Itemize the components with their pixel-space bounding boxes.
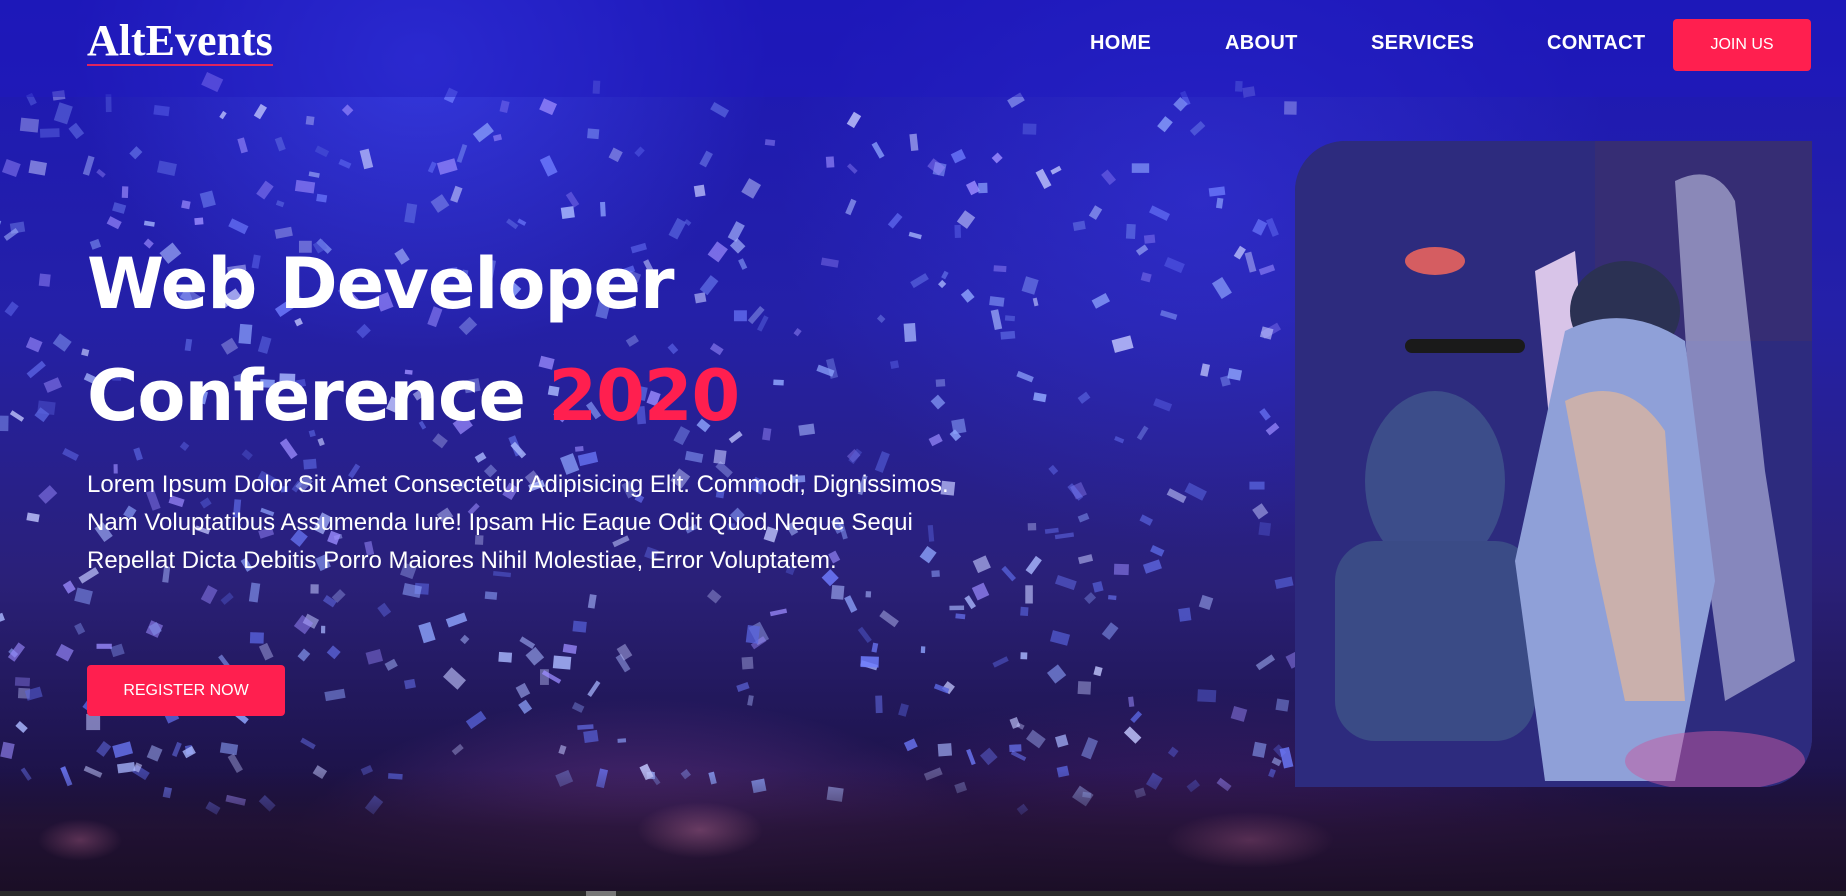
hero-image <box>1295 141 1812 787</box>
hero-title-line2: Conference <box>87 355 526 437</box>
nav-contact[interactable]: CONTACT <box>1547 32 1645 55</box>
hero-title-line1: Web Developer <box>87 243 675 325</box>
hero-title-year: 2020 <box>548 355 740 437</box>
register-now-button[interactable]: REGISTER NOW <box>87 665 285 716</box>
nav-home[interactable]: HOME <box>1090 32 1151 55</box>
hero-title: Web Developer Conference 2020 <box>87 228 740 452</box>
join-us-button[interactable]: JOIN US <box>1673 19 1811 71</box>
scrollbar-thumb[interactable] <box>586 891 616 896</box>
site-logo[interactable]: AltEvents <box>87 18 273 66</box>
crowd-decoration <box>0 770 1846 896</box>
singer-photo-icon <box>1295 141 1812 787</box>
nav-services[interactable]: SERVICES <box>1371 32 1474 55</box>
navbar: AltEvents HOME ABOUT SERVICES CONTACT JO… <box>0 0 1846 97</box>
nav-about[interactable]: ABOUT <box>1225 32 1298 55</box>
horizontal-scrollbar[interactable] <box>0 891 1846 896</box>
hero-description: Lorem Ipsum Dolor Sit Amet Consectetur A… <box>87 471 949 574</box>
